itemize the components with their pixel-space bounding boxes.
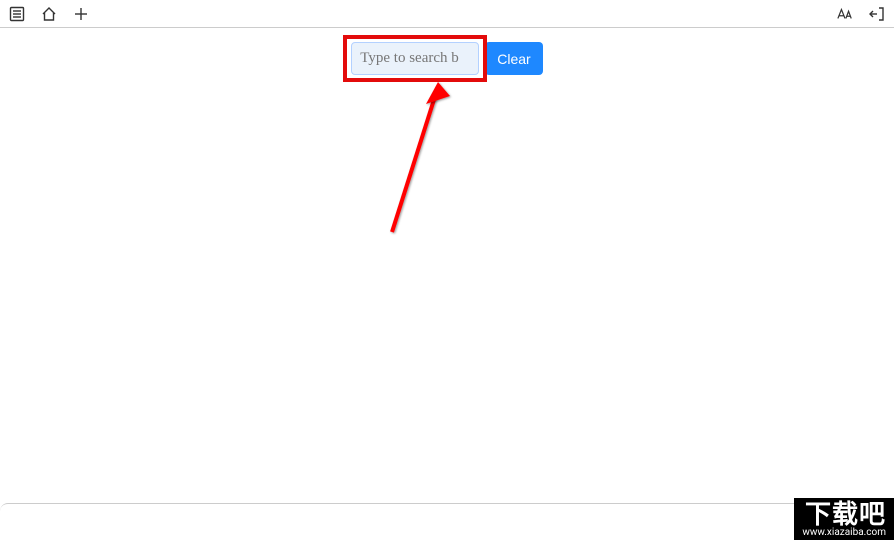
font-size-icon[interactable] bbox=[836, 5, 854, 23]
list-icon[interactable] bbox=[8, 5, 26, 23]
search-group: Clear bbox=[351, 42, 542, 75]
annotation-arrow bbox=[370, 82, 480, 242]
main-area: Clear bbox=[0, 28, 894, 75]
search-input[interactable] bbox=[351, 42, 479, 75]
watermark-url: www.xiazaiba.com bbox=[802, 527, 886, 539]
exit-icon[interactable] bbox=[868, 5, 886, 23]
bottom-bar bbox=[0, 503, 894, 523]
plus-icon[interactable] bbox=[72, 5, 90, 23]
toolbar bbox=[0, 0, 894, 28]
toolbar-left bbox=[8, 5, 90, 23]
watermark: 下载吧 www.xiazaiba.com bbox=[794, 498, 894, 540]
watermark-title: 下载吧 bbox=[802, 501, 886, 527]
home-icon[interactable] bbox=[40, 5, 58, 23]
toolbar-right bbox=[836, 5, 886, 23]
clear-button[interactable]: Clear bbox=[485, 42, 542, 75]
